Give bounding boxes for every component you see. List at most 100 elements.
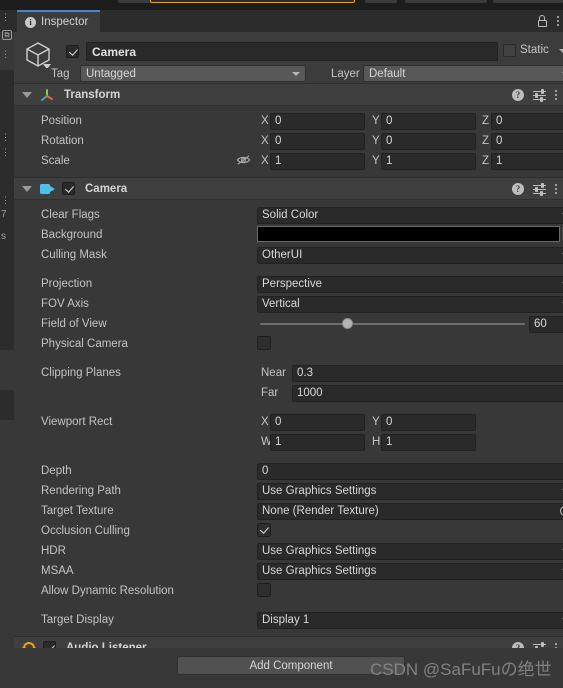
row-clipping-far: Far 1000 (14, 383, 563, 403)
row-rotation: Rotation X 0 Y 0 Z 0 (14, 131, 563, 151)
inspector-tabbar: i Inspector (14, 10, 563, 32)
allow-dynamic-resolution-checkbox[interactable] (257, 583, 271, 597)
viewport-x-field[interactable]: 0 (270, 413, 365, 431)
kebab-menu-icon[interactable] (555, 184, 557, 194)
row-projection: Projection Perspective (14, 274, 563, 294)
info-icon: i (25, 16, 36, 28)
static-checkbox[interactable] (503, 44, 516, 57)
foldout-arrow-icon[interactable] (22, 91, 32, 98)
viewport-h-field[interactable]: 1 (381, 433, 476, 451)
label-culling-mask: Culling Mask (41, 249, 107, 261)
foldout-arrow-icon[interactable] (22, 185, 32, 192)
row-occlusion-culling: Occlusion Culling (14, 521, 563, 541)
msaa-dropdown[interactable]: Use Graphics Settings (257, 562, 563, 580)
depth-field[interactable]: 0 (257, 462, 563, 480)
field-of-view-value[interactable]: 60 (529, 315, 563, 333)
hdr-dropdown[interactable]: Use Graphics Settings (257, 542, 563, 560)
rail-menu-icon-2[interactable]: ⋮ (1, 50, 10, 59)
tab-inspector[interactable]: i Inspector (17, 10, 101, 32)
rendering-path-dropdown[interactable]: Use Graphics Settings (257, 482, 563, 500)
kebab-menu-icon[interactable] (557, 16, 559, 26)
position-y-field[interactable]: 0 (381, 112, 476, 130)
eye-off-icon[interactable] (236, 154, 251, 166)
occlusion-culling-checkbox[interactable] (257, 523, 271, 537)
label-physical-camera: Physical Camera (41, 338, 128, 350)
physical-camera-checkbox[interactable] (257, 336, 271, 350)
rail-menu-icon-5[interactable]: ⋮ (1, 196, 10, 205)
row-viewport-rect-wh: W 1 H 1 (14, 432, 563, 452)
clipping-far-field[interactable]: 1000 (292, 384, 563, 402)
field-of-view-slider-handle[interactable] (341, 318, 353, 329)
culling-mask-dropdown[interactable]: OtherUI (257, 246, 563, 264)
label-msaa: MSAA (41, 565, 74, 577)
scale-z-field[interactable]: 1 (491, 152, 563, 170)
label-scale: Scale (41, 155, 70, 167)
projection-value: Perspective (262, 278, 323, 290)
viewport-y-field[interactable]: 0 (381, 413, 476, 431)
row-depth: Depth 0 (14, 461, 563, 481)
fov-axis-dropdown[interactable]: Vertical (257, 295, 563, 313)
label-clipping-planes: Clipping Planes (41, 367, 121, 379)
target-display-dropdown[interactable]: Display 1 (257, 611, 563, 629)
tag-label: Tag (51, 68, 70, 80)
help-icon[interactable]: ? (512, 183, 524, 195)
preset-settings-icon[interactable] (533, 89, 546, 102)
component-tools-transform: ? (512, 84, 557, 106)
clipping-near-field[interactable]: 0.3 (292, 364, 563, 382)
component-transform: Transform ? Position X 0 Y 0 Z 0 Rotatio… (14, 84, 563, 178)
gameobject-enable-checkbox[interactable] (66, 45, 79, 58)
rendering-path-value: Use Graphics Settings (262, 485, 377, 497)
layer-dropdown[interactable]: Default (363, 65, 563, 82)
background-color-swatch[interactable] (257, 226, 560, 242)
axis-z-label: Z (482, 155, 490, 167)
gameobject-name-field[interactable]: Camera (86, 42, 498, 61)
label-background: Background (41, 229, 103, 241)
label-depth: Depth (41, 465, 72, 477)
viewport-h-label: H (372, 436, 381, 448)
viewport-w-field[interactable]: 1 (270, 433, 365, 451)
lock-icon[interactable] (537, 15, 547, 27)
camera-enable-checkbox[interactable] (62, 182, 75, 195)
static-dropdown-arrow-icon[interactable] (559, 49, 563, 53)
row-target-texture: Target Texture None (Render Texture) (14, 501, 563, 521)
help-icon[interactable]: ? (512, 89, 524, 101)
rotation-y-field[interactable]: 0 (381, 132, 476, 150)
rotation-x-field[interactable]: 0 (270, 132, 365, 150)
rail-menu-icon-4[interactable]: ⋮ (1, 148, 10, 157)
field-of-view-slider[interactable] (260, 323, 525, 325)
row-target-display: Target Display Display 1 (14, 610, 563, 630)
target-display-value: Display 1 (262, 614, 310, 626)
scale-y-field[interactable]: 1 (381, 152, 476, 170)
tag-dropdown[interactable]: Untagged (80, 65, 306, 82)
preset-settings-icon[interactable] (533, 183, 546, 196)
rail-menu-icon-3[interactable]: ⋮ (1, 133, 10, 142)
row-culling-mask: Culling Mask OtherUI (14, 245, 563, 265)
projection-dropdown[interactable]: Perspective (257, 275, 563, 293)
adjacent-panel-rail: ⋮ ⧉ ⋮ ⋮ ⋮ ⋮ 7 s (0, 10, 14, 688)
scale-x-field[interactable]: 1 (270, 152, 365, 170)
rotation-z-field[interactable]: 0 (491, 132, 563, 150)
tag-value: Untagged (86, 67, 136, 80)
kebab-menu-icon[interactable] (555, 90, 557, 100)
axis-y-label: Y (372, 115, 380, 127)
toolbar-button-5[interactable] (493, 0, 563, 3)
toolbar-button-4[interactable] (405, 0, 487, 3)
position-x-field[interactable]: 0 (270, 112, 365, 130)
label-clear-flags: Clear Flags (41, 209, 100, 221)
rail-window-icon[interactable]: ⧉ (2, 30, 12, 40)
toolbar-button-selected[interactable] (150, 0, 355, 3)
target-texture-field[interactable]: None (Render Texture) (257, 502, 563, 520)
component-header-transform[interactable]: Transform ? (14, 84, 563, 106)
row-physical-camera: Physical Camera (14, 334, 563, 354)
rail-text-s: s (1, 231, 6, 242)
viewport-y-label: Y (372, 416, 380, 428)
component-header-camera[interactable]: Camera ? (14, 178, 563, 200)
toolbar-button-3[interactable] (365, 0, 397, 3)
clear-flags-dropdown[interactable]: Solid Color (257, 206, 563, 224)
axis-y-label: Y (372, 135, 380, 147)
axis-z-label: Z (482, 135, 490, 147)
position-z-field[interactable]: 0 (491, 112, 563, 130)
rail-menu-icon-1[interactable]: ⋮ (1, 13, 10, 22)
